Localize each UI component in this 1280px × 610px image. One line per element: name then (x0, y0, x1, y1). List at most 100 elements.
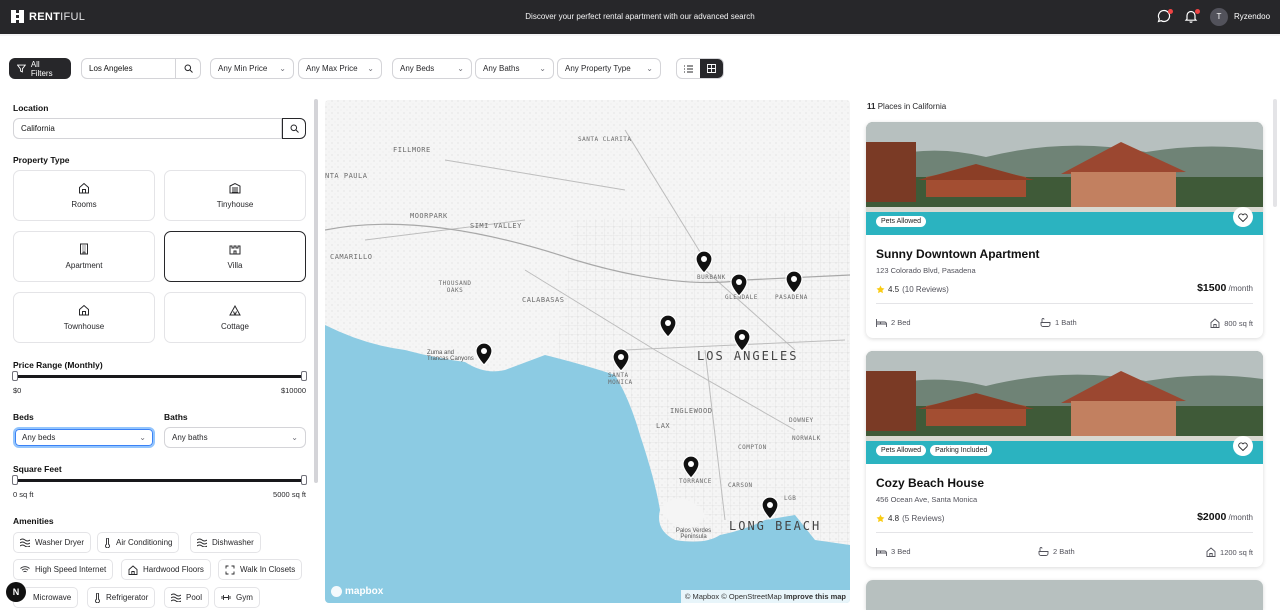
price-max-handle[interactable] (301, 371, 307, 381)
beds-value: Any Beds (400, 64, 435, 73)
property-type-villa[interactable]: Villa (164, 231, 306, 282)
square-feet-label: Square Feet (13, 464, 62, 474)
property-type-select[interactable]: Any Property Type ⌄ (557, 58, 661, 79)
location-search-input[interactable]: Los Angeles (81, 58, 176, 79)
max-price-select[interactable]: Any Max Price ⌄ (298, 58, 382, 79)
grid-view-button[interactable] (700, 59, 723, 78)
improve-map-link[interactable]: Improve this map (784, 592, 846, 601)
map-pin-icon[interactable] (659, 314, 677, 338)
listing-image: Pets Allowed Parking Included (866, 351, 1263, 464)
baths-select[interactable]: Any Baths ⌄ (475, 58, 554, 79)
beds-text: 3 Bed (891, 547, 911, 556)
amenity-high-speed-internet[interactable]: High Speed Internet (13, 559, 114, 580)
bell-icon[interactable] (1184, 9, 1200, 25)
list-view-button[interactable] (677, 59, 700, 78)
sqft-min-handle[interactable] (12, 475, 18, 485)
avatar[interactable]: T (1210, 8, 1228, 26)
map-view[interactable]: FILLMORE SANTA CLARITA NTA PAULA MOORPAR… (325, 100, 850, 603)
sidebar-beds-select[interactable]: Any beds ⌄ (13, 427, 155, 448)
map-pin-icon[interactable] (785, 270, 803, 294)
bed-icon (876, 318, 887, 327)
map-pin-icon[interactable] (733, 328, 751, 352)
baths-label: Baths (164, 412, 188, 422)
listing-sqft: 1200 sq ft (1206, 547, 1253, 557)
price-range-slider[interactable] (12, 371, 307, 381)
building-icon (80, 243, 88, 255)
location-search-button[interactable] (176, 58, 201, 79)
property-type-apartment[interactable]: Apartment (13, 231, 155, 282)
beds-select[interactable]: Any Beds ⌄ (392, 58, 472, 79)
map-label: LAX (656, 422, 671, 430)
map-label-long-beach: LONG BEACH (729, 519, 822, 533)
amenity-label: Walk In Closets (240, 565, 296, 574)
property-type-townhouse[interactable]: Townhouse (13, 292, 155, 343)
nav-tagline: Discover your perfect rental apartment w… (525, 12, 755, 21)
map-pin-icon[interactable] (612, 348, 630, 372)
map-attribution[interactable]: © Mapbox © OpenStreetMap Improve this ma… (680, 590, 850, 603)
all-filters-button[interactable]: All Filters (9, 58, 71, 79)
map-label: THOUSAND OAKS (438, 280, 472, 294)
property-type-value: Any Property Type (565, 64, 631, 73)
amenity-hardwood-floors[interactable]: Hardwood Floors (121, 559, 211, 580)
results-scrollbar[interactable] (1273, 99, 1277, 207)
amenity-pool[interactable]: Pool (164, 587, 210, 608)
review-count: (5 Reviews) (902, 514, 945, 523)
listing-title[interactable]: Sunny Downtown Apartment (876, 247, 1040, 261)
favorite-button[interactable] (1233, 207, 1253, 227)
user-name[interactable]: Ryzendoo (1234, 12, 1270, 21)
min-price-select[interactable]: Any Min Price ⌄ (210, 58, 294, 79)
amenity-gym[interactable]: Gym (214, 587, 260, 608)
list-icon (684, 65, 693, 72)
map-pin-icon[interactable] (682, 455, 700, 479)
listing-card[interactable]: Pets Allowed Parking Included Cozy Beach… (866, 351, 1263, 567)
listing-address: 456 Ocean Ave, Santa Monica (876, 495, 978, 504)
mapbox-logo[interactable]: mapbox (331, 586, 383, 597)
property-type-rooms[interactable]: Rooms (13, 170, 155, 221)
message-icon[interactable] (1157, 9, 1173, 25)
house-icon (1210, 318, 1220, 328)
amenity-air-conditioning[interactable]: Air Conditioning (97, 532, 180, 553)
home-icon (79, 304, 89, 316)
sidebar-scrollbar[interactable] (314, 99, 318, 483)
amenity-washer-dryer[interactable]: Washer Dryer (13, 532, 92, 553)
sidebar-location-input[interactable]: California (13, 118, 282, 139)
map-pin-icon[interactable] (695, 250, 713, 274)
map-label: Palos Verdes Peninsula (675, 528, 712, 540)
property-type-cottage[interactable]: Cottage (164, 292, 306, 343)
sqft-max-value: 5000 sq ft (273, 490, 306, 499)
listing-rating: 4.8 (5 Reviews) (876, 514, 944, 523)
bath-icon (1040, 318, 1051, 327)
listing-card-partial[interactable] (866, 580, 1263, 610)
listing-card[interactable]: Pets Allowed Sunny Downtown Apartment 12… (866, 122, 1263, 338)
favorite-button[interactable] (1233, 436, 1253, 456)
map-pin-icon[interactable] (730, 273, 748, 297)
amenity-refrigerator[interactable]: Refrigerator (87, 587, 156, 608)
property-type-tinyhouse[interactable]: Tinyhouse (164, 170, 306, 221)
square-feet-slider[interactable] (12, 475, 307, 485)
price-range-label: Price Range (Monthly) (13, 360, 103, 370)
baths-text: 1 Bath (1055, 318, 1077, 327)
amenity-dishwasher[interactable]: Dishwasher (190, 532, 261, 553)
amenity-walk-in-closets[interactable]: Walk In Closets (218, 559, 303, 580)
map-pin-icon[interactable] (475, 342, 493, 366)
price-min-handle[interactable] (12, 371, 18, 381)
map-pin-icon[interactable] (761, 496, 779, 520)
sidebar-baths-select[interactable]: Any baths ⌄ (164, 427, 306, 448)
amenity-label: High Speed Internet (35, 565, 107, 574)
thermometer-icon (95, 592, 100, 603)
baths-text: 2 Bath (1053, 547, 1075, 556)
sidebar-beds-value: Any beds (22, 433, 56, 442)
sqft-max-handle[interactable] (301, 475, 307, 485)
map-label: BURBANK (697, 274, 726, 281)
dev-badge[interactable]: N (6, 582, 26, 602)
beds-text: 2 Bed (891, 318, 911, 327)
listing-title[interactable]: Cozy Beach House (876, 476, 984, 490)
sidebar-location-search-button[interactable] (282, 118, 306, 139)
amenity-label: Dishwasher (212, 538, 254, 547)
beds-label: Beds (13, 412, 34, 422)
maximize-icon (225, 565, 235, 574)
waves-icon (197, 538, 207, 547)
star-icon (876, 514, 885, 523)
amenity-label: Refrigerator (106, 593, 149, 602)
chevron-down-icon: ⌄ (279, 64, 286, 73)
